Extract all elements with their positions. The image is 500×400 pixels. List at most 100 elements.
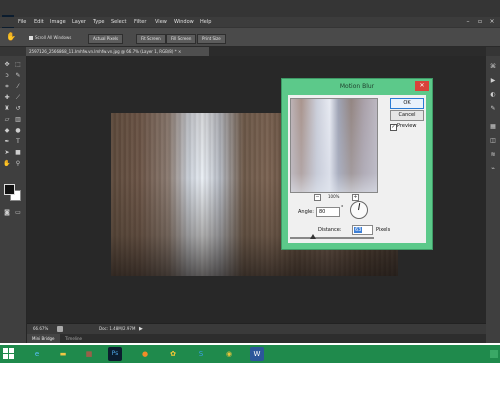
preview-label: Preview (397, 123, 417, 129)
eyedropper-icon[interactable]: ⁄ (13, 82, 23, 91)
healing-icon[interactable]: ✚ (2, 93, 12, 102)
scroll-all-windows-checkbox[interactable] (29, 36, 33, 40)
angle-input[interactable]: 80 (316, 207, 340, 217)
restore-icon[interactable]: ▫ (474, 17, 486, 27)
print-size-button[interactable]: Print Size (197, 34, 226, 44)
menu-view[interactable]: View (155, 17, 167, 27)
word-icon[interactable]: W (250, 347, 264, 361)
dialog-close-icon[interactable]: ✕ (415, 81, 429, 91)
start-icon[interactable] (3, 348, 15, 360)
quick-select-icon[interactable]: ✎ (13, 71, 23, 80)
status-info-icon[interactable] (57, 326, 63, 332)
adjustments-icon[interactable]: ◐ (488, 90, 498, 99)
menu-image[interactable]: Image (50, 17, 66, 27)
bottom-panel-tabs: Mini Bridge Timeline (27, 334, 486, 343)
zoom-in-button[interactable]: + (352, 194, 359, 201)
clone-stamp-icon[interactable]: ♜ (2, 104, 12, 113)
cancel-button[interactable]: Cancel (390, 110, 424, 121)
menu-filter[interactable]: Filter (134, 17, 146, 27)
dialog-title[interactable]: Motion Blur (282, 79, 432, 94)
history-brush-icon[interactable]: ↺ (13, 104, 23, 113)
distance-slider-track[interactable] (290, 237, 374, 239)
dialog-body: − 100% + OK Cancel ✓ Preview Angle: 80 °… (288, 95, 426, 243)
skype-icon[interactable]: S (194, 347, 208, 361)
photoshop-window: Ps File Edit Image Layer Type Select Fil… (0, 0, 500, 343)
brushes-icon[interactable]: ✎ (488, 104, 498, 113)
actual-pixels-button[interactable]: Actual Pixels (88, 34, 124, 44)
menu-type[interactable]: Type (93, 17, 104, 27)
menu-bar: File Edit Image Layer Type Select Filter… (0, 17, 500, 27)
distance-unit: Pixels (376, 227, 391, 233)
actions-icon[interactable]: ▶ (488, 76, 498, 85)
fill-screen-button[interactable]: Fill Screen (166, 34, 197, 44)
pen-icon[interactable]: ✒ (2, 137, 12, 146)
explorer-icon[interactable]: ▬ (56, 347, 70, 361)
menu-file[interactable]: File (18, 17, 26, 27)
menu-window[interactable]: Window (174, 17, 194, 27)
notification-tray[interactable] (490, 350, 498, 358)
panel-dock: ⌘ ▶ ◐ ✎ ▦ ◫ ≋ ⌁ (485, 56, 500, 343)
foreground-color-swatch[interactable] (4, 184, 15, 195)
eraser-icon[interactable]: ▱ (2, 115, 12, 124)
menu-select[interactable]: Select (111, 17, 126, 27)
distance-label: Distance: (318, 227, 342, 233)
tab-timeline[interactable]: Timeline (61, 334, 86, 343)
close-tab-icon[interactable]: × (178, 49, 181, 54)
screen-mode-icon[interactable]: ▭ (13, 208, 23, 217)
preview-zoom: 100% (328, 194, 340, 199)
hand-icon[interactable]: ✋ (2, 159, 12, 168)
hand-tool-icon[interactable]: ✋ (6, 32, 16, 42)
crop-icon[interactable]: ⌗ (2, 82, 12, 91)
marquee-icon[interactable]: ⬚ (13, 60, 23, 69)
gradient-icon[interactable]: ▥ (13, 115, 23, 124)
paths-icon[interactable]: ⌁ (488, 164, 498, 173)
document-tab[interactable]: 2597126_2566868_11.Imhfw.vn.lmhfw.vn.jpg… (26, 47, 209, 56)
filter-preview[interactable] (290, 98, 378, 193)
menu-edit[interactable]: Edit (34, 17, 44, 27)
zoom-icon[interactable]: ⚲ (13, 159, 23, 168)
quick-mask-icon[interactable]: ◙ (2, 208, 12, 217)
move-icon[interactable]: ✥ (2, 60, 12, 69)
preview-checkbox[interactable]: ✓ (390, 124, 397, 131)
blur-icon[interactable]: ◆ (2, 126, 12, 135)
dodge-icon[interactable]: ● (13, 126, 23, 135)
minimize-icon[interactable]: – (462, 17, 474, 27)
zoom-out-button[interactable]: − (314, 194, 321, 201)
menu-layer[interactable]: Layer (72, 17, 86, 27)
layers-icon[interactable]: ◫ (488, 136, 498, 145)
angle-unit: ° (341, 205, 344, 211)
document-size: Doc: 1.48M/2.97M (99, 326, 136, 331)
document-tab-title: 2597126_2566868_11.Imhfw.vn.lmhfw.vn.jpg… (29, 49, 177, 54)
angle-label: Angle: (298, 209, 314, 215)
tab-mini-bridge[interactable]: Mini Bridge (27, 334, 60, 343)
path-select-icon[interactable]: ➤ (2, 148, 12, 157)
channels-icon[interactable]: ≋ (488, 150, 498, 159)
firefox-icon[interactable]: ● (138, 347, 152, 361)
distance-slider-thumb[interactable] (310, 234, 316, 239)
lasso-icon[interactable]: ↄ (2, 71, 12, 80)
type-icon[interactable]: T (13, 137, 23, 146)
distance-input[interactable]: 63 (352, 225, 373, 235)
shape-icon[interactable]: ■ (13, 148, 23, 157)
status-menu-arrow-icon[interactable]: ▶ (139, 324, 143, 334)
angle-dial-needle (358, 203, 361, 211)
angle-dial[interactable] (350, 201, 368, 219)
toolbox: ✥ ⬚ ↄ ✎ ⌗ ⁄ ✚ ⟋ ♜ ↺ ▱ ▥ ◆ ● ✒ T ➤ ■ ✋ ⚲ … (0, 56, 27, 343)
ok-button[interactable]: OK (390, 98, 424, 109)
close-icon[interactable]: × (486, 17, 498, 27)
zoom-level[interactable]: 66.67% (33, 324, 48, 334)
fit-screen-button[interactable]: Fit Screen (136, 34, 166, 44)
chrome-icon[interactable]: ◉ (222, 347, 236, 361)
paint-icon[interactable]: ✿ (166, 347, 180, 361)
menu-help[interactable]: Help (200, 17, 211, 27)
brush-icon[interactable]: ⟋ (13, 93, 23, 102)
photoshop-icon[interactable]: Ps (108, 347, 122, 361)
store-icon[interactable]: ▦ (82, 347, 96, 361)
distance-value: 63 (354, 227, 363, 233)
options-bar: ✋ Scroll All Windows Actual Pixels Fit S… (0, 28, 500, 47)
history-icon[interactable]: ⌘ (488, 62, 498, 71)
scroll-all-windows-label: Scroll All Windows (35, 35, 72, 40)
windows-taskbar: e ▬ ▦ Ps ● ✿ S ◉ W (0, 345, 500, 363)
styles-icon[interactable]: ▦ (488, 122, 498, 131)
ie-icon[interactable]: e (30, 347, 44, 361)
